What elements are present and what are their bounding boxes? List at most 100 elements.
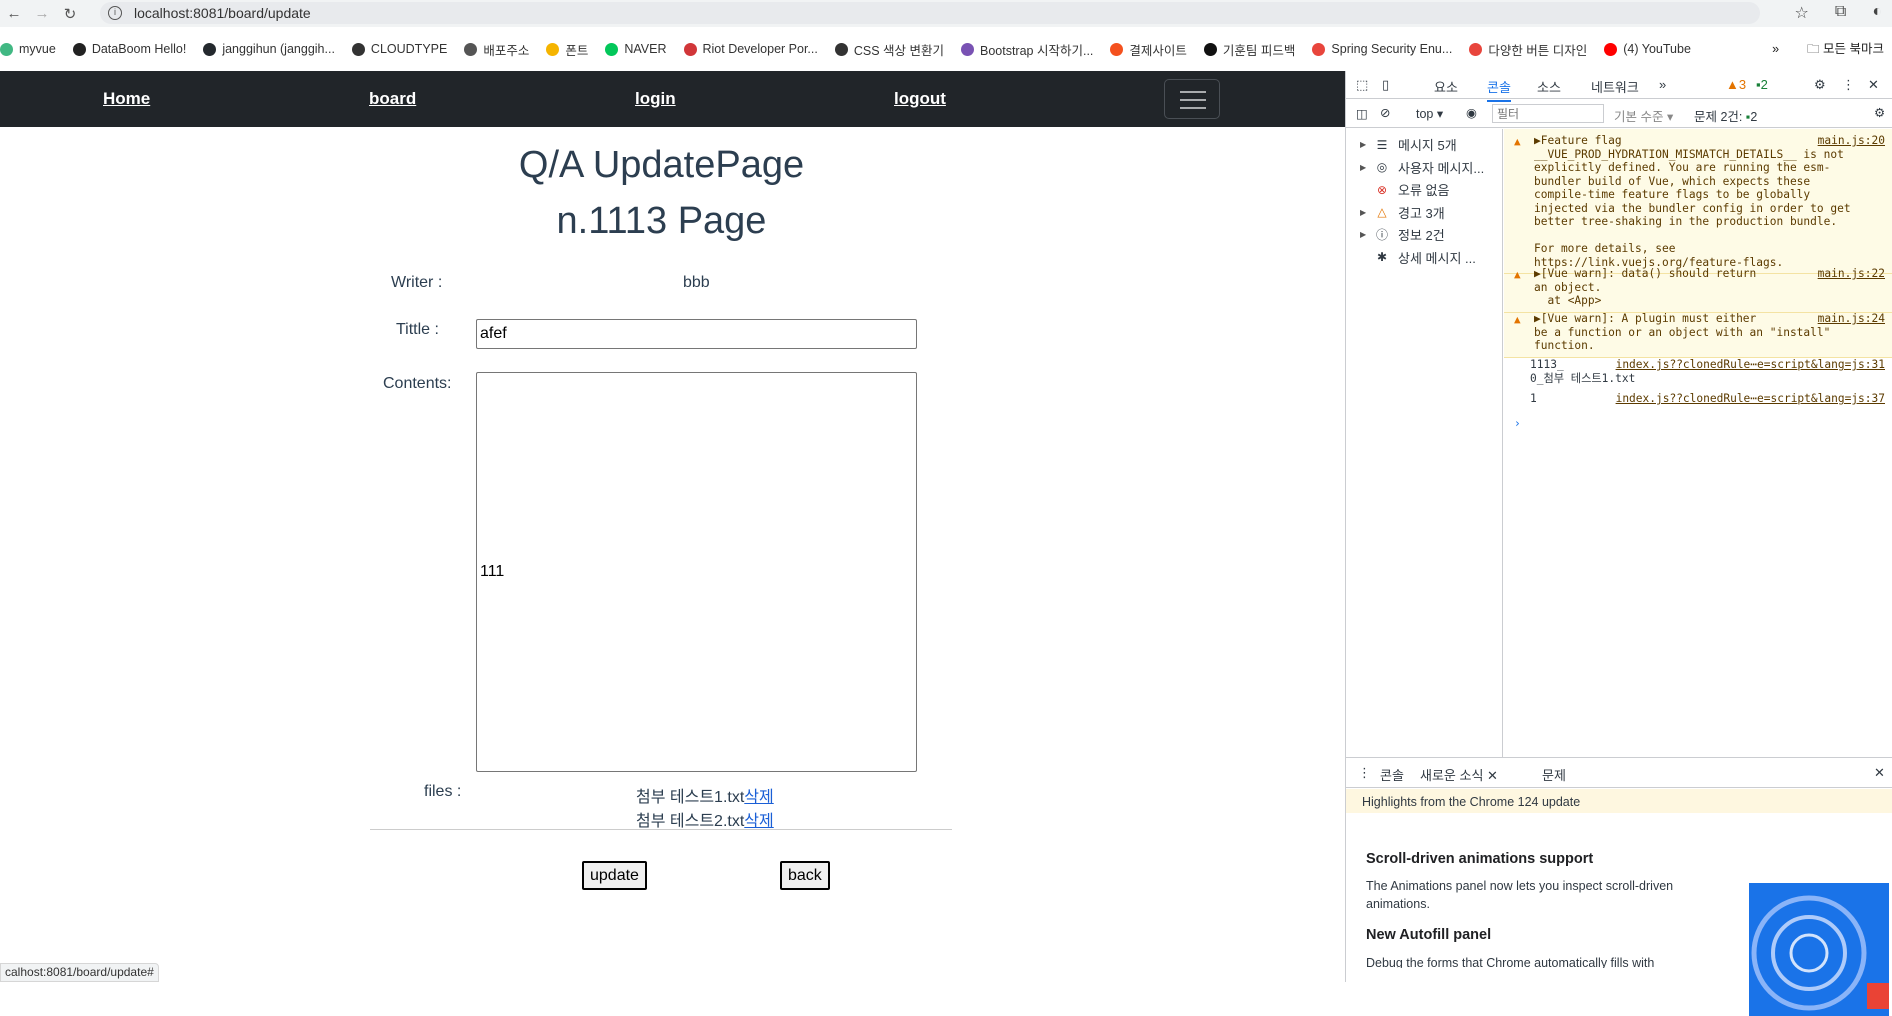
warning-icon: ▲ bbox=[1514, 135, 1521, 148]
bookmark-item[interactable]: Riot Developer Por... bbox=[683, 42, 818, 56]
live-expression-eye-icon[interactable]: ◉ bbox=[1466, 105, 1477, 120]
console-sidebar-item[interactable]: ⊗ 오류 없음 bbox=[1360, 180, 1449, 199]
more-tabs-icon[interactable]: » bbox=[1659, 77, 1666, 92]
issues-counter[interactable]: 문제 2건: ▪2 bbox=[1694, 106, 1757, 125]
console-sidebar-item[interactable]: ▶ ⓘ 정보 2건 bbox=[1360, 225, 1445, 244]
bookmark-item[interactable]: DataBoom Hello! bbox=[72, 42, 186, 56]
drawer-tab-issues[interactable]: 문제 bbox=[1542, 765, 1566, 784]
title-input[interactable] bbox=[476, 319, 917, 349]
bookmark-item[interactable]: 결제사이트 bbox=[1110, 40, 1187, 59]
all-bookmarks-folder[interactable]: 🗀 모든 북마크 bbox=[1807, 38, 1884, 61]
file-name: 첨부 테스트1.txt bbox=[636, 789, 745, 806]
bookmark-star-icon[interactable]: ☆ bbox=[1795, 3, 1809, 23]
console-source-link[interactable]: main.js:22 bbox=[1818, 267, 1885, 281]
reload-icon[interactable]: ↻ bbox=[56, 5, 84, 23]
sidebar-toggle-icon[interactable]: ◫ bbox=[1356, 106, 1368, 121]
close-devtools-icon[interactable]: ✕ bbox=[1868, 77, 1879, 93]
bookmark-item[interactable]: CSS 색상 변환기 bbox=[834, 40, 944, 59]
more-bookmarks-icon[interactable]: » bbox=[1772, 42, 1779, 56]
close-tab-icon[interactable]: ✕ bbox=[1487, 768, 1498, 783]
bookmark-item[interactable]: 배포주소 bbox=[464, 40, 529, 59]
bookmark-item[interactable]: Spring Security Enu... bbox=[1312, 42, 1452, 56]
site-info-icon[interactable]: i bbox=[108, 6, 122, 20]
profile-icon[interactable]: ◐ bbox=[1872, 3, 1882, 23]
nav-board-link[interactable]: board bbox=[369, 89, 416, 109]
bookmark-item[interactable]: janggihun (janggih... bbox=[203, 42, 335, 56]
console-source-link[interactable]: main.js:20 bbox=[1818, 134, 1885, 148]
drawer-tab-whats-new[interactable]: 새로운 소식 ✕ bbox=[1420, 765, 1498, 791]
update-button[interactable]: update bbox=[582, 861, 647, 890]
folder-icon: 🗀 bbox=[1807, 41, 1820, 56]
tab-elements[interactable]: 요소 bbox=[1434, 77, 1458, 96]
bookmark-item[interactable]: CLOUDTYPE bbox=[351, 42, 447, 56]
bookmark-item[interactable]: (4) YouTube bbox=[1604, 42, 1691, 56]
status-bar-url: calhost:8081/board/update# bbox=[0, 963, 159, 982]
file-delete-link[interactable]: 삭제 bbox=[744, 813, 773, 830]
console-warning-message[interactable]: ▲ main.js:20 ▶Feature flag __VUE_PROD_HYDR… bbox=[1504, 134, 1892, 274]
console-warning-message[interactable]: ▲ main.js:22 ▶[Vue warn]: data() should re… bbox=[1504, 267, 1892, 313]
kebab-menu-icon[interactable]: ⋮ bbox=[1842, 77, 1855, 93]
console-source-link[interactable]: main.js:24 bbox=[1818, 312, 1885, 326]
expand-arrow-icon: ▶ bbox=[1360, 230, 1367, 239]
drawer-menu-icon[interactable]: ⋮ bbox=[1358, 765, 1371, 781]
bookmark-item[interactable]: 기훈팀 피드백 bbox=[1203, 40, 1295, 59]
console-source-link[interactable]: index.js??clonedRule⋯e=script&lang=js:37 bbox=[1616, 392, 1885, 406]
device-toggle-icon[interactable]: ▯ bbox=[1382, 77, 1389, 93]
address-bar[interactable]: i localhost:8081/board/update bbox=[100, 2, 1760, 24]
file-delete-link[interactable]: 삭제 bbox=[744, 789, 773, 806]
bookmark-label: janggihun (janggih... bbox=[222, 42, 335, 56]
drawer-tab-console[interactable]: 콘솔 bbox=[1380, 765, 1404, 784]
nav-home-link[interactable]: Home bbox=[103, 89, 150, 109]
warning-count-badge[interactable]: ▲3 bbox=[1726, 77, 1746, 92]
console-filter-input[interactable] bbox=[1492, 104, 1604, 123]
console-source-link[interactable]: index.js??clonedRule⋯e=script&lang=js:31 bbox=[1616, 358, 1885, 372]
console-log-message[interactable]: index.js??clonedRule⋯e=script&lang=js:37… bbox=[1504, 392, 1892, 406]
warning-icon: ▲ bbox=[1514, 268, 1521, 281]
console-sidebar-item[interactable]: ▶ ☰ 메시지 5개 bbox=[1360, 135, 1457, 154]
bookmark-item[interactable]: Bootstrap 시작하기... bbox=[961, 40, 1093, 59]
user-icon: ◎ bbox=[1376, 160, 1388, 174]
extensions-icon[interactable]: ⧉ bbox=[1835, 3, 1846, 23]
back-arrow-icon[interactable]: ← bbox=[0, 5, 28, 22]
inspect-element-icon[interactable]: ⬚ bbox=[1356, 77, 1368, 93]
console-settings-icon[interactable]: ⚙ bbox=[1874, 105, 1885, 120]
context-selector[interactable]: top ▾ bbox=[1416, 106, 1443, 121]
bookmark-item[interactable]: 폰트 bbox=[546, 40, 588, 59]
back-button[interactable]: back bbox=[780, 861, 830, 890]
page-title: Q/A UpdatePage bbox=[518, 144, 805, 186]
console-sidebar-item[interactable]: ▶ ◎ 사용자 메시지... bbox=[1360, 158, 1484, 177]
whats-new-heading-1[interactable]: Scroll-driven animations support bbox=[1366, 851, 1593, 867]
console-prompt[interactable]: › bbox=[1504, 417, 1892, 431]
bookmark-favicon-icon bbox=[1604, 42, 1618, 56]
bookmark-item[interactable]: NAVER bbox=[605, 42, 667, 56]
tab-sources[interactable]: 소스 bbox=[1537, 77, 1561, 96]
title-label: Tittle : bbox=[396, 321, 439, 338]
writer-label: Writer : bbox=[391, 274, 443, 291]
forward-arrow-icon[interactable]: → bbox=[28, 5, 56, 22]
bookmark-favicon-icon bbox=[1312, 42, 1326, 56]
settings-gear-icon[interactable]: ⚙ bbox=[1814, 77, 1826, 93]
log-level-dropdown[interactable]: 기본 수준 ▾ bbox=[1614, 106, 1673, 125]
console-log-message[interactable]: index.js??clonedRule⋯e=script&lang=js:31… bbox=[1504, 358, 1892, 385]
bookmark-item[interactable]: myvue bbox=[0, 42, 56, 56]
console-sidebar-item[interactable]: ▶ △ 경고 3개 bbox=[1360, 203, 1445, 222]
sidebar-item-label: 메시지 5개 bbox=[1398, 138, 1457, 153]
close-drawer-icon[interactable]: ✕ bbox=[1874, 765, 1885, 781]
expand-arrow-icon: ▶ bbox=[1360, 162, 1367, 172]
bookmark-item[interactable]: 다양한 버튼 디자인 bbox=[1469, 40, 1587, 59]
navbar-toggler-button[interactable] bbox=[1164, 79, 1220, 119]
expand-arrow-icon: ▶ bbox=[1360, 140, 1367, 149]
bookmark-favicon-icon bbox=[464, 42, 478, 56]
console-sidebar-item[interactable]: ✱ 상세 메시지 ... bbox=[1360, 248, 1476, 267]
info-icon: ⓘ bbox=[1375, 227, 1388, 242]
tab-network[interactable]: 네트워크 bbox=[1591, 77, 1639, 96]
bookmark-label: 다양한 버튼 디자인 bbox=[1488, 43, 1588, 58]
whats-new-heading-2[interactable]: New Autofill panel bbox=[1366, 927, 1491, 943]
nav-login-link[interactable]: login bbox=[635, 89, 676, 109]
message-count-badge[interactable]: ▪2 bbox=[1756, 77, 1768, 92]
clear-console-icon[interactable]: ⊘ bbox=[1380, 105, 1390, 120]
nav-logout-link[interactable]: logout bbox=[894, 89, 946, 109]
console-warning-message[interactable]: ▲ main.js:24 ▶[Vue warn]: A plugin must ei… bbox=[1504, 312, 1892, 358]
contents-textarea[interactable]: 111 bbox=[476, 372, 917, 772]
tab-console[interactable]: 콘솔 bbox=[1487, 77, 1511, 102]
